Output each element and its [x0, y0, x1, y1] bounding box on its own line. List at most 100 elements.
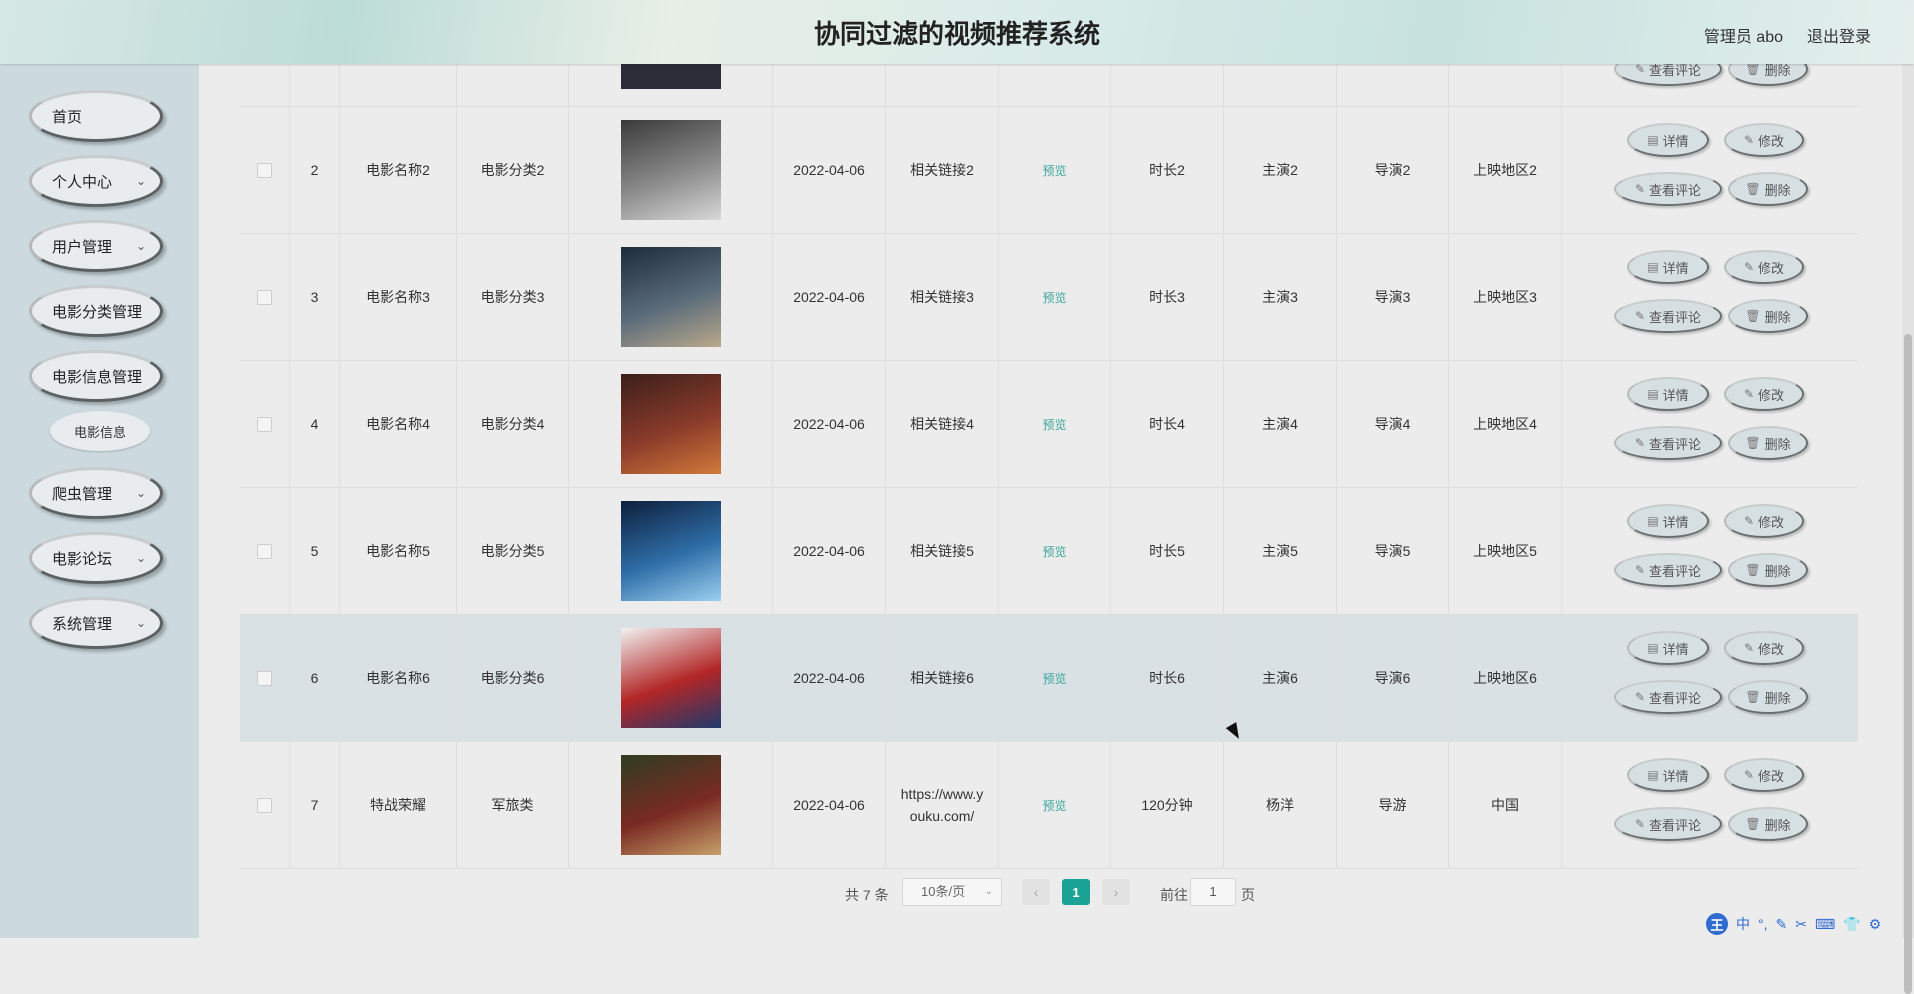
detail-button[interactable]: ▤ 详情 — [1627, 250, 1709, 284]
movie-poster-image — [620, 247, 721, 347]
prev-page-button[interactable]: ‹ — [1022, 879, 1050, 905]
sidebar-item-crawler[interactable]: 爬虫管理 ⌄ — [29, 467, 163, 519]
cell-director: 导演2 — [1337, 107, 1449, 233]
cell-preview[interactable]: 预览 — [1042, 797, 1066, 814]
view-comments-button[interactable]: ✎ 查看评论 — [1614, 172, 1722, 206]
cell-category: 电影分类5 — [480, 543, 545, 559]
delete-button[interactable]: 🗑 删除 — [1728, 553, 1808, 587]
cell-preview[interactable]: 预览 — [1042, 289, 1066, 306]
table-row: 2 电影名称2 电影分类2 2022-04-06 相关链接2 预览 时长2 主演2 导演2 上映地… — [240, 107, 1858, 234]
sidebar-subitem-label: 电影信息 — [73, 424, 126, 440]
sidebar-subitem-movie-info[interactable]: 电影信息 — [50, 411, 150, 451]
cell-region: 中国 — [1491, 797, 1519, 813]
cell-name: 电影名称5 — [366, 543, 430, 559]
row-checkbox[interactable] — [257, 670, 272, 686]
cell-no: 2 — [310, 162, 319, 178]
delete-button[interactable]: 🗑 删除 — [1728, 299, 1808, 333]
cell-actions: ▤ 详情 ✎ 修改 ✎ 查看评论 🗑 删除 — [1562, 107, 1858, 233]
row-checkbox[interactable] — [257, 289, 272, 305]
detail-button[interactable]: ▤ 详情 — [1627, 504, 1709, 538]
sidebar: 首页 个人中心 ⌄ 用户管理 ⌄ 电影分类管理 电影信息管理 电影信息 爬虫管理… — [0, 64, 199, 938]
sidebar-item-label: 电影信息管理 — [52, 368, 143, 386]
edit-button[interactable]: ✎ 修改 — [1724, 504, 1804, 538]
edit-button[interactable]: ✎ 修改 — [1724, 631, 1804, 665]
view-comments-button[interactable]: ✎ 查看评论 — [1614, 553, 1722, 587]
edit-button[interactable]: ✎ 修改 — [1724, 377, 1804, 411]
edit-button-label: 修改 — [1758, 133, 1785, 149]
detail-button-label: 详情 — [1662, 768, 1689, 784]
delete-button[interactable]: 🗑 删除 — [1728, 426, 1808, 460]
cell-name: 电影名称3 — [340, 234, 457, 360]
sidebar-item-movie-info-management[interactable]: 电影信息管理 — [29, 350, 163, 402]
view-comments-button[interactable]: ✎ 查看评论 — [1614, 807, 1722, 841]
cell-duration: 时长6 — [1149, 670, 1185, 686]
cell-region: 上映地区6 — [1449, 615, 1562, 741]
ime-punct-icon: °, — [1758, 916, 1768, 932]
ime-toolbar[interactable]: 王 中 °, ✎ ✂ ⌨ 👕 ⚙ — [1706, 912, 1906, 936]
edit-icon: ✎ — [1634, 309, 1646, 323]
cell-preview[interactable]: 预览 — [1042, 670, 1066, 687]
view-comments-button[interactable]: ✎ 查看评论 — [1614, 299, 1722, 333]
edit-icon: ✎ — [1743, 768, 1755, 782]
detail-button[interactable]: ▤ 详情 — [1627, 377, 1709, 411]
chevron-down-icon: ⌄ — [984, 886, 993, 897]
view-comments-button[interactable]: ✎ 查看评论 — [1614, 680, 1722, 714]
sidebar-item-forum[interactable]: 电影论坛 ⌄ — [29, 532, 163, 584]
next-page-button[interactable]: › — [1102, 879, 1130, 905]
cell-category: 电影分类3 — [457, 234, 569, 360]
delete-button[interactable]: 🗑 删除 — [1728, 807, 1808, 841]
cell-preview[interactable]: 预览 — [1042, 543, 1066, 560]
delete-button[interactable]: 🗑 删除 — [1728, 680, 1808, 714]
row-checkbox[interactable] — [257, 162, 272, 178]
cell-duration: 时长2 — [1111, 107, 1224, 233]
scrollbar-thumb[interactable] — [1904, 334, 1912, 994]
cell-link: https://www.youku.com/ — [886, 742, 999, 868]
page-1-button[interactable]: 1 — [1062, 879, 1090, 905]
detail-button[interactable]: ▤ 详情 — [1627, 631, 1709, 665]
movie-poster-image — [620, 120, 721, 220]
edit-icon: ✎ — [1634, 563, 1646, 577]
sidebar-item-user-management[interactable]: 用户管理 ⌄ — [29, 220, 163, 272]
row-checkbox[interactable] — [257, 543, 272, 559]
edit-button[interactable]: ✎ 修改 — [1724, 250, 1804, 284]
goto-page-input[interactable]: 1 — [1190, 878, 1236, 906]
sidebar-item-category-management[interactable]: 电影分类管理 — [29, 285, 163, 337]
delete-button[interactable]: 🗑 删除 — [1728, 172, 1808, 206]
pagination: 共 7 条 10条/页 ⌄ ‹ 1 › 前往 1 页 — [0, 878, 1914, 908]
chevron-down-icon: ⌄ — [135, 239, 146, 253]
sidebar-item-label: 电影分类管理 — [52, 303, 143, 321]
cell-region: 上映地区4 — [1473, 416, 1537, 432]
cell-duration: 时长3 — [1111, 234, 1224, 360]
edit-button[interactable]: ✎ 修改 — [1724, 758, 1804, 792]
table-row: 7 特战荣耀 军旅类 2022-04-06 https://www.youku.com/… — [240, 742, 1858, 869]
cell-category: 电影分类4 — [457, 361, 569, 487]
table-row: 6 电影名称6 电影分类6 2022-04-06 相关链接6 预览 时长6 主演6 导演6 上映地… — [240, 615, 1858, 742]
movie-poster-image — [620, 63, 721, 89]
cell-director: 导演6 — [1337, 615, 1449, 741]
cell-poster — [569, 488, 773, 614]
logout-link[interactable]: 退出登录 — [1807, 23, 1871, 47]
cell-actor: 主演5 — [1224, 488, 1337, 614]
cell-name: 电影名称2 — [366, 162, 430, 178]
cell-poster — [569, 742, 773, 868]
view-comments-button[interactable]: ✎ 查看评论 — [1614, 426, 1722, 460]
cell-preview[interactable]: 预览 — [1042, 416, 1066, 433]
cell-preview: 预览 — [999, 742, 1111, 868]
detail-button[interactable]: ▤ 详情 — [1627, 758, 1709, 792]
sidebar-item-personal-center[interactable]: 个人中心 ⌄ — [29, 155, 163, 207]
page-size-select[interactable]: 10条/页 ⌄ — [902, 878, 1002, 906]
cell-preview[interactable]: 预览 — [1042, 162, 1066, 179]
ime-tools-icon: ✂ — [1795, 915, 1807, 932]
cell-actor: 杨洋 — [1224, 742, 1337, 868]
cell-link: 相关链接6 — [886, 615, 999, 741]
row-checkbox[interactable] — [257, 797, 272, 813]
document-icon: ▤ — [1647, 133, 1659, 147]
row-checkbox[interactable] — [257, 416, 272, 432]
edit-button[interactable]: ✎ 修改 — [1724, 123, 1804, 157]
sidebar-item-system[interactable]: 系统管理 ⌄ — [29, 597, 163, 649]
sidebar-item-home[interactable]: 首页 — [29, 90, 163, 142]
cell-no: 2 — [290, 107, 340, 233]
detail-button[interactable]: ▤ 详情 — [1627, 123, 1709, 157]
vertical-scrollbar[interactable] — [1902, 64, 1914, 994]
cell-date: 2022-04-06 — [773, 234, 886, 360]
